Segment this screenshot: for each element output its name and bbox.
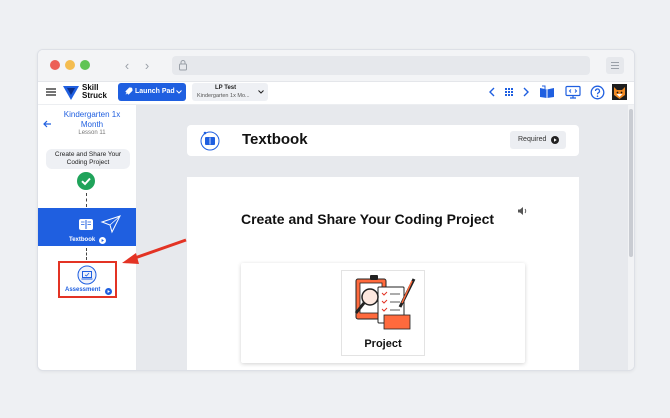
app-topbar: Skill Struck Launch Pad LP Test Kinderga… (38, 82, 634, 105)
scrollbar-thumb[interactable] (629, 109, 633, 257)
annotation-arrow (122, 238, 187, 264)
lock-icon (179, 60, 187, 71)
textbook-content: Create and Share Your Coding Project Pro… (187, 177, 579, 370)
lesson-plan-title: LP Test (215, 85, 237, 91)
minimize-window-button[interactable] (65, 60, 75, 70)
speaker-icon[interactable] (517, 206, 529, 216)
project-title[interactable]: Create and Share Your Coding Project (46, 149, 130, 169)
back-arrow-icon[interactable] (42, 119, 52, 129)
code-screen-icon[interactable] (565, 85, 581, 99)
section-header: Textbook Required (187, 125, 579, 156)
maximize-window-button[interactable] (80, 60, 90, 70)
required-label: Required (518, 136, 547, 143)
brand-name: Skill Struck (82, 83, 107, 100)
project-clipboard-icon (354, 275, 416, 330)
hamburger-menu-icon[interactable] (46, 88, 56, 96)
step-connector (86, 193, 87, 207)
launch-pad-label: Launch Pad (135, 88, 175, 95)
completed-check-icon (77, 172, 95, 190)
avatar[interactable] (612, 84, 627, 100)
paper-plane-icon (100, 215, 121, 234)
sidebar-item-assessment[interactable]: Assessment (58, 261, 117, 298)
close-window-button[interactable] (50, 60, 60, 70)
image-card: Project (241, 263, 525, 363)
course-title: Kindergarten 1x Month (63, 110, 121, 129)
help-icon[interactable] (590, 85, 605, 100)
forward-icon[interactable]: › (138, 57, 156, 74)
lesson-number: Lesson 11 (78, 130, 106, 136)
launch-pad-button[interactable]: Launch Pad (118, 83, 186, 101)
required-badge[interactable]: Required (510, 131, 566, 149)
lesson-plan-dropdown[interactable]: LP Test Kindergarten 1x Mo... (192, 83, 268, 101)
open-book-icon[interactable] (539, 85, 555, 99)
sidebar-item-label: Assessment (65, 287, 101, 293)
play-circle-icon (105, 288, 112, 295)
sidebar-item-label: Textbook (69, 237, 96, 243)
skill-struck-logo[interactable] (62, 84, 80, 101)
project-illustration: Project (341, 270, 425, 356)
play-circle-icon (99, 237, 106, 244)
textbook-icon (200, 131, 220, 151)
address-bar[interactable] (172, 56, 590, 75)
grid-icon[interactable] (502, 85, 516, 99)
chevron-down-icon (258, 90, 264, 94)
back-icon[interactable]: ‹ (118, 57, 136, 74)
scrollbar[interactable] (628, 105, 634, 370)
browser-menu-icon[interactable] (606, 57, 624, 74)
step-connector (86, 248, 87, 260)
chevron-down-icon (176, 90, 182, 94)
browser-chrome: ‹ › (38, 50, 634, 82)
assessment-icon (77, 265, 97, 285)
image-caption: Project (364, 338, 402, 350)
textbook-icon (79, 219, 93, 230)
page-title: Textbook (242, 131, 308, 148)
main-content: Textbook Required Create and Share Your … (137, 105, 634, 370)
browser-window: ‹ › Skill Struck Launch Pad LP Test Kind… (37, 49, 635, 371)
content-title: Create and Share Your Coding Project (241, 211, 495, 227)
rocket-icon (125, 87, 133, 95)
chevron-right-icon[interactable] (519, 85, 533, 99)
lesson-plan-subtitle: Kindergarten 1x Mo... (197, 93, 250, 99)
play-circle-icon (551, 136, 559, 144)
chevron-left-icon[interactable] (485, 85, 499, 99)
